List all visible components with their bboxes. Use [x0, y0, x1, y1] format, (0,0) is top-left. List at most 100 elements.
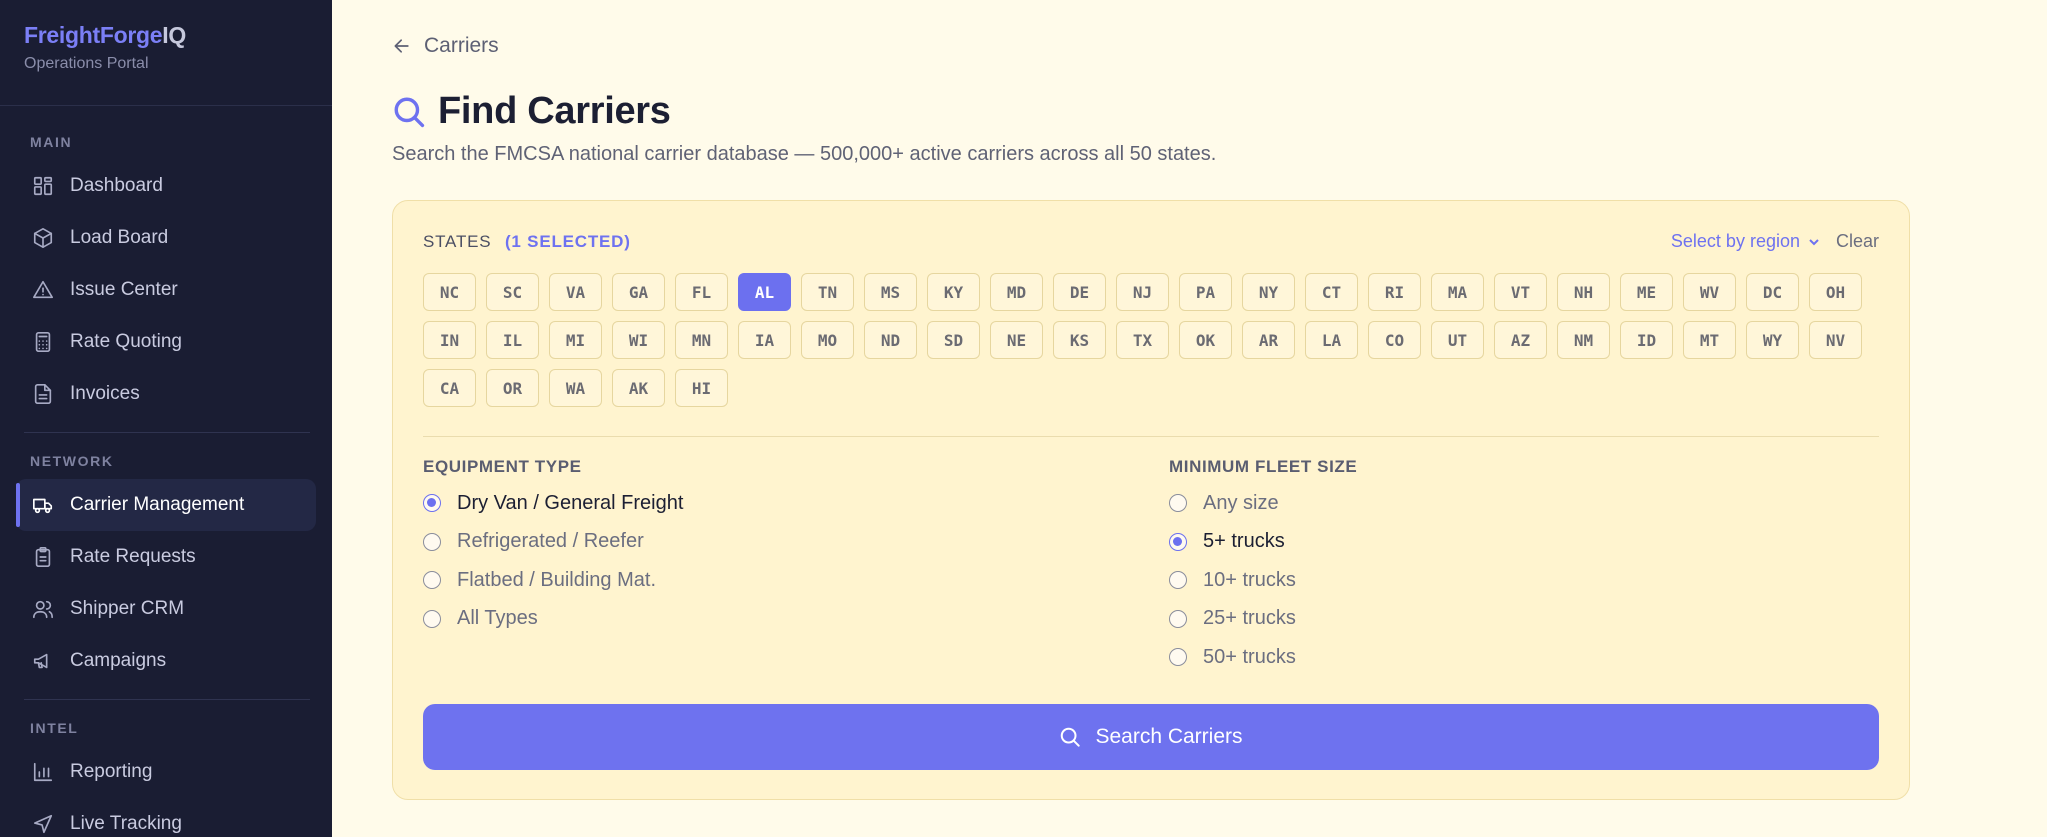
radio-button[interactable]: [1169, 609, 1187, 628]
radio-label: 25+ trucks: [1203, 607, 1296, 630]
state-chip-nc[interactable]: NC: [423, 273, 476, 311]
sidebar-item-carrier-management[interactable]: Carrier Management: [16, 479, 316, 531]
state-chip-sc[interactable]: SC: [486, 273, 539, 311]
state-chip-oh[interactable]: OH: [1809, 273, 1862, 311]
state-chip-nv[interactable]: NV: [1809, 321, 1862, 359]
radio-button[interactable]: [423, 571, 441, 590]
equipment-option[interactable]: Flatbed / Building Mat.: [423, 561, 683, 600]
equipment-option[interactable]: Dry Van / General Freight: [423, 484, 683, 523]
state-chip-md[interactable]: MD: [990, 273, 1043, 311]
state-chip-fl[interactable]: FL: [675, 273, 728, 311]
state-chip-ok[interactable]: OK: [1179, 321, 1232, 359]
users-icon: [32, 598, 54, 620]
nav-section-main: MAIN Dashboard Load Board Issue Center R…: [0, 106, 332, 420]
fleet-option[interactable]: Any size: [1169, 484, 1357, 523]
clear-button[interactable]: Clear: [1836, 231, 1879, 252]
state-chip-mt[interactable]: MT: [1683, 321, 1736, 359]
sidebar-item-rate-requests[interactable]: Rate Requests: [16, 531, 316, 583]
radio-button[interactable]: [423, 494, 441, 513]
state-chip-ca[interactable]: CA: [423, 369, 476, 407]
state-chip-me[interactable]: ME: [1620, 273, 1673, 311]
state-chip-ak[interactable]: AK: [612, 369, 665, 407]
state-chip-tn[interactable]: TN: [801, 273, 854, 311]
calculator-icon: [32, 331, 54, 353]
state-chip-ky[interactable]: KY: [927, 273, 980, 311]
fleet-option[interactable]: 5+ trucks: [1169, 523, 1357, 562]
state-chip-co[interactable]: CO: [1368, 321, 1421, 359]
brand-name-part1: FreightForge: [24, 22, 163, 48]
sidebar-item-campaigns[interactable]: Campaigns: [16, 635, 316, 687]
state-chip-wi[interactable]: WI: [612, 321, 665, 359]
state-chip-nj[interactable]: NJ: [1116, 273, 1169, 311]
equipment-option[interactable]: Refrigerated / Reefer: [423, 523, 683, 562]
state-chip-ny[interactable]: NY: [1242, 273, 1295, 311]
state-chip-or[interactable]: OR: [486, 369, 539, 407]
sidebar-item-issue-center[interactable]: Issue Center: [16, 264, 316, 316]
state-chip-mn[interactable]: MN: [675, 321, 728, 359]
state-chip-al[interactable]: AL: [738, 273, 791, 311]
sidebar-item-dashboard[interactable]: Dashboard: [16, 160, 316, 212]
state-chip-ne[interactable]: NE: [990, 321, 1043, 359]
state-chip-wa[interactable]: WA: [549, 369, 602, 407]
state-chip-ma[interactable]: MA: [1431, 273, 1484, 311]
back-link[interactable]: Carriers: [392, 34, 499, 58]
state-chip-il[interactable]: IL: [486, 321, 539, 359]
state-chip-wv[interactable]: WV: [1683, 273, 1736, 311]
back-link-label: Carriers: [424, 34, 499, 57]
state-chip-mo[interactable]: MO: [801, 321, 854, 359]
nav-label-intel: INTEL: [30, 720, 79, 736]
radio-button[interactable]: [1169, 571, 1187, 590]
state-chip-vt[interactable]: VT: [1494, 273, 1547, 311]
select-by-region-dropdown[interactable]: Select by region: [1671, 231, 1820, 252]
state-chip-nh[interactable]: NH: [1557, 273, 1610, 311]
state-chip-ga[interactable]: GA: [612, 273, 665, 311]
state-chip-ms[interactable]: MS: [864, 273, 917, 311]
state-chip-ut[interactable]: UT: [1431, 321, 1484, 359]
state-chip-mi[interactable]: MI: [549, 321, 602, 359]
state-chip-ct[interactable]: CT: [1305, 273, 1358, 311]
radio-button[interactable]: [423, 609, 441, 628]
fleet-option[interactable]: 25+ trucks: [1169, 600, 1357, 639]
state-chip-de[interactable]: DE: [1053, 273, 1106, 311]
state-chip-la[interactable]: LA: [1305, 321, 1358, 359]
state-chip-sd[interactable]: SD: [927, 321, 980, 359]
fleet-option[interactable]: 50+ trucks: [1169, 638, 1357, 677]
brand-logo[interactable]: FreightForgeIQ: [24, 22, 308, 49]
file-text-icon: [32, 383, 54, 405]
state-chip-id[interactable]: ID: [1620, 321, 1673, 359]
sidebar-item-label: Live Tracking: [70, 813, 182, 834]
state-chip-in[interactable]: IN: [423, 321, 476, 359]
radio-button[interactable]: [1169, 648, 1187, 667]
state-chip-ar[interactable]: AR: [1242, 321, 1295, 359]
equipment-option[interactable]: All Types: [423, 600, 683, 639]
page-title-row: Find Carriers: [392, 90, 671, 133]
state-chip-ks[interactable]: KS: [1053, 321, 1106, 359]
sidebar-item-reporting[interactable]: Reporting: [16, 746, 316, 798]
state-chip-wy[interactable]: WY: [1746, 321, 1799, 359]
state-chip-tx[interactable]: TX: [1116, 321, 1169, 359]
search-carriers-button[interactable]: Search Carriers: [423, 704, 1879, 770]
box-icon: [32, 227, 54, 249]
state-chip-nm[interactable]: NM: [1557, 321, 1610, 359]
radio-button[interactable]: [423, 532, 441, 551]
state-chip-ia[interactable]: IA: [738, 321, 791, 359]
sidebar-item-live-tracking[interactable]: Live Tracking: [16, 798, 316, 837]
sidebar-item-load-board[interactable]: Load Board: [16, 212, 316, 264]
state-chip-va[interactable]: VA: [549, 273, 602, 311]
radio-button[interactable]: [1169, 494, 1187, 513]
search-icon: [1061, 727, 1081, 747]
state-chip-dc[interactable]: DC: [1746, 273, 1799, 311]
sidebar-item-label: Load Board: [70, 227, 169, 248]
sidebar-item-invoices[interactable]: Invoices: [16, 368, 316, 420]
search-filters-card: STATES (1 SELECTED) Select by region Cle…: [392, 200, 1910, 800]
state-chip-hi[interactable]: HI: [675, 369, 728, 407]
main-content: Carriers Find Carriers Search the FMCSA …: [332, 0, 2047, 837]
state-chip-ri[interactable]: RI: [1368, 273, 1421, 311]
sidebar-item-shipper-crm[interactable]: Shipper CRM: [16, 583, 316, 635]
state-chip-nd[interactable]: ND: [864, 321, 917, 359]
sidebar-item-rate-quoting[interactable]: Rate Quoting: [16, 316, 316, 368]
radio-button[interactable]: [1169, 532, 1187, 551]
state-chip-pa[interactable]: PA: [1179, 273, 1232, 311]
fleet-option[interactable]: 10+ trucks: [1169, 561, 1357, 600]
state-chip-az[interactable]: AZ: [1494, 321, 1547, 359]
